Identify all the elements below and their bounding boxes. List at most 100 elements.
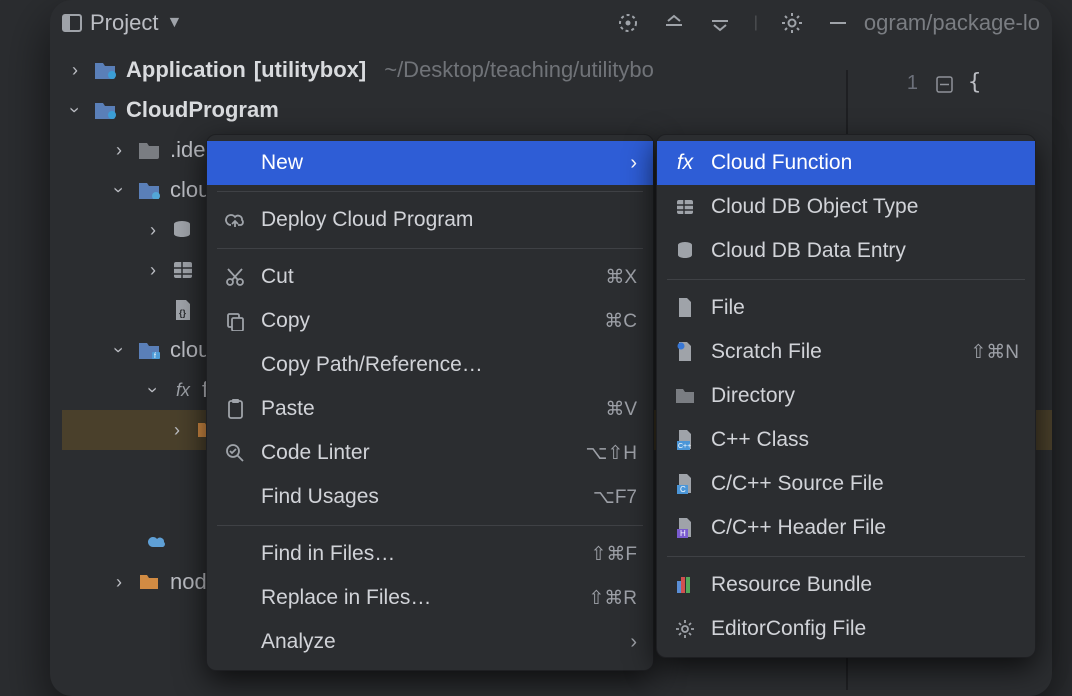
submenu-item-editorconfig[interactable]: EditorConfig File [657,607,1035,651]
menu-item-new[interactable]: New › [207,141,653,185]
submenu-item-cpp-source[interactable]: C C/C++ Source File [657,462,1035,506]
copy-icon [223,311,247,331]
submenu-item-cpp-class[interactable]: C++ C++ Class [657,418,1035,462]
folder-icon [673,387,697,405]
target-icon[interactable] [616,11,640,35]
menu-shortcut: ⌘X [605,266,637,289]
tree-label: Application [126,51,246,89]
cpp-source-icon: C [673,473,697,495]
gear-icon [673,619,697,639]
svg-text:f: f [154,353,156,359]
fx-icon: fx [673,151,697,175]
menu-item-paste[interactable]: Paste ⌘V [207,387,653,431]
tree-label: clou [170,331,210,369]
svg-text:{}: {} [179,308,187,318]
editor-gutter: 1 [858,70,918,95]
menu-item-replacefiles[interactable]: Replace in Files… ⇧⌘R [207,576,653,620]
menu-label: Analyze [261,630,616,654]
svg-text:C++: C++ [678,443,691,450]
menu-shortcut: ⇧⌘N [970,341,1019,364]
menu-shortcut: ⇧⌘R [588,587,637,610]
chevron-down-icon[interactable]: › [134,381,172,399]
menu-item-linter[interactable]: Code Linter ⌥⇧H [207,431,653,475]
tree-row-cloudprogram[interactable]: › CloudProgram [62,90,1052,130]
editor-code: { [968,70,981,95]
menu-shortcut: ⌘V [605,398,637,421]
chevron-right-icon[interactable]: › [168,411,186,449]
menu-label: Find Usages [261,485,579,509]
tree-label: .ide [170,131,205,169]
menu-item-findfiles[interactable]: Find in Files… ⇧⌘F [207,532,653,576]
tree-label: CloudProgram [126,91,526,129]
chevron-right-icon[interactable]: › [110,563,128,601]
line-number: 1 [907,72,918,94]
folder-icon: f [136,340,162,360]
file-icon [673,297,697,319]
menu-item-cut[interactable]: Cut ⌘X [207,255,653,299]
cloud-upload-icon [223,211,247,229]
menu-label: File [711,296,1019,320]
menu-label: Resource Bundle [711,573,1019,597]
menu-shortcut: ⌘C [604,310,637,333]
menu-item-copy[interactable]: Copy ⌘C [207,299,653,343]
db-table-icon [673,198,697,216]
submenu-item-directory[interactable]: Directory [657,374,1035,418]
cloud-icon [144,532,170,552]
menu-shortcut: ⌥F7 [593,486,637,509]
scissors-icon [223,267,247,287]
collapse-all-icon[interactable] [708,11,732,35]
tree-suffix: [utilitybox] [254,51,366,89]
menu-item-findusages[interactable]: Find Usages ⌥F7 [207,475,653,519]
menu-label: Cut [261,265,591,289]
expand-all-icon[interactable] [662,11,686,35]
menu-label: Cloud DB Object Type [711,195,1019,219]
project-pane-icon [62,14,82,32]
menu-item-copypath[interactable]: Copy Path/Reference… [207,343,653,387]
context-menu: New › Deploy Cloud Program Cut ⌘X Copy ⌘… [206,134,654,671]
submenu-item-scratch[interactable]: Scratch File ⇧⌘N [657,330,1035,374]
menu-label: C/C++ Source File [711,472,1019,496]
submenu-item-clouddb-dataentry[interactable]: Cloud DB Data Entry [657,229,1035,273]
minimize-icon[interactable] [826,11,850,35]
chevron-down-icon[interactable]: › [56,101,94,119]
dropdown-chevron-icon[interactable]: ▼ [166,14,182,32]
separator [217,525,643,526]
submenu-item-cloud-function[interactable]: fx Cloud Function [657,141,1035,185]
menu-label: Cloud Function [711,151,1019,175]
chevron-right-icon[interactable]: › [144,251,162,289]
svg-text:H: H [680,529,686,538]
folder-icon [136,140,162,160]
new-submenu: fx Cloud Function Cloud DB Object Type C… [656,134,1036,658]
chevron-right-icon[interactable]: › [144,211,162,249]
folder-icon [92,100,118,120]
submenu-item-clouddb-objecttype[interactable]: Cloud DB Object Type [657,185,1035,229]
resource-bundle-icon [673,575,697,595]
menu-item-deploy[interactable]: Deploy Cloud Program [207,198,653,242]
submenu-item-file[interactable]: File [657,286,1035,330]
clipboard-icon [223,398,247,420]
menu-label: C/C++ Header File [711,516,1019,540]
chevron-down-icon[interactable]: › [100,181,138,199]
fx-icon: fx [170,380,196,400]
folder-orange-icon [136,572,162,592]
chevron-down-icon[interactable]: › [100,341,138,359]
menu-label: Directory [711,384,1019,408]
submenu-item-cpp-header[interactable]: H C/C++ Header File [657,506,1035,550]
svg-text:C: C [680,485,686,494]
editor-tab-label[interactable]: ogram/package-lo [864,10,1040,36]
gear-icon[interactable] [780,11,804,35]
menu-label: Code Linter [261,441,571,465]
db-table-icon [170,260,196,280]
tree-label: nod [170,563,207,601]
tree-label: clou [170,171,210,209]
separator [217,248,643,249]
menu-item-analyze[interactable]: Analyze › [207,620,653,664]
fold-icon[interactable] [936,76,954,94]
submenu-item-resource-bundle[interactable]: Resource Bundle [657,563,1035,607]
scratch-file-icon [673,341,697,363]
menu-label: C++ Class [711,428,1019,452]
chevron-right-icon[interactable]: › [110,131,128,169]
chevron-right-icon[interactable]: › [66,51,84,89]
db-icon [673,241,697,261]
project-pane-header[interactable]: Project ▼ [62,10,182,36]
